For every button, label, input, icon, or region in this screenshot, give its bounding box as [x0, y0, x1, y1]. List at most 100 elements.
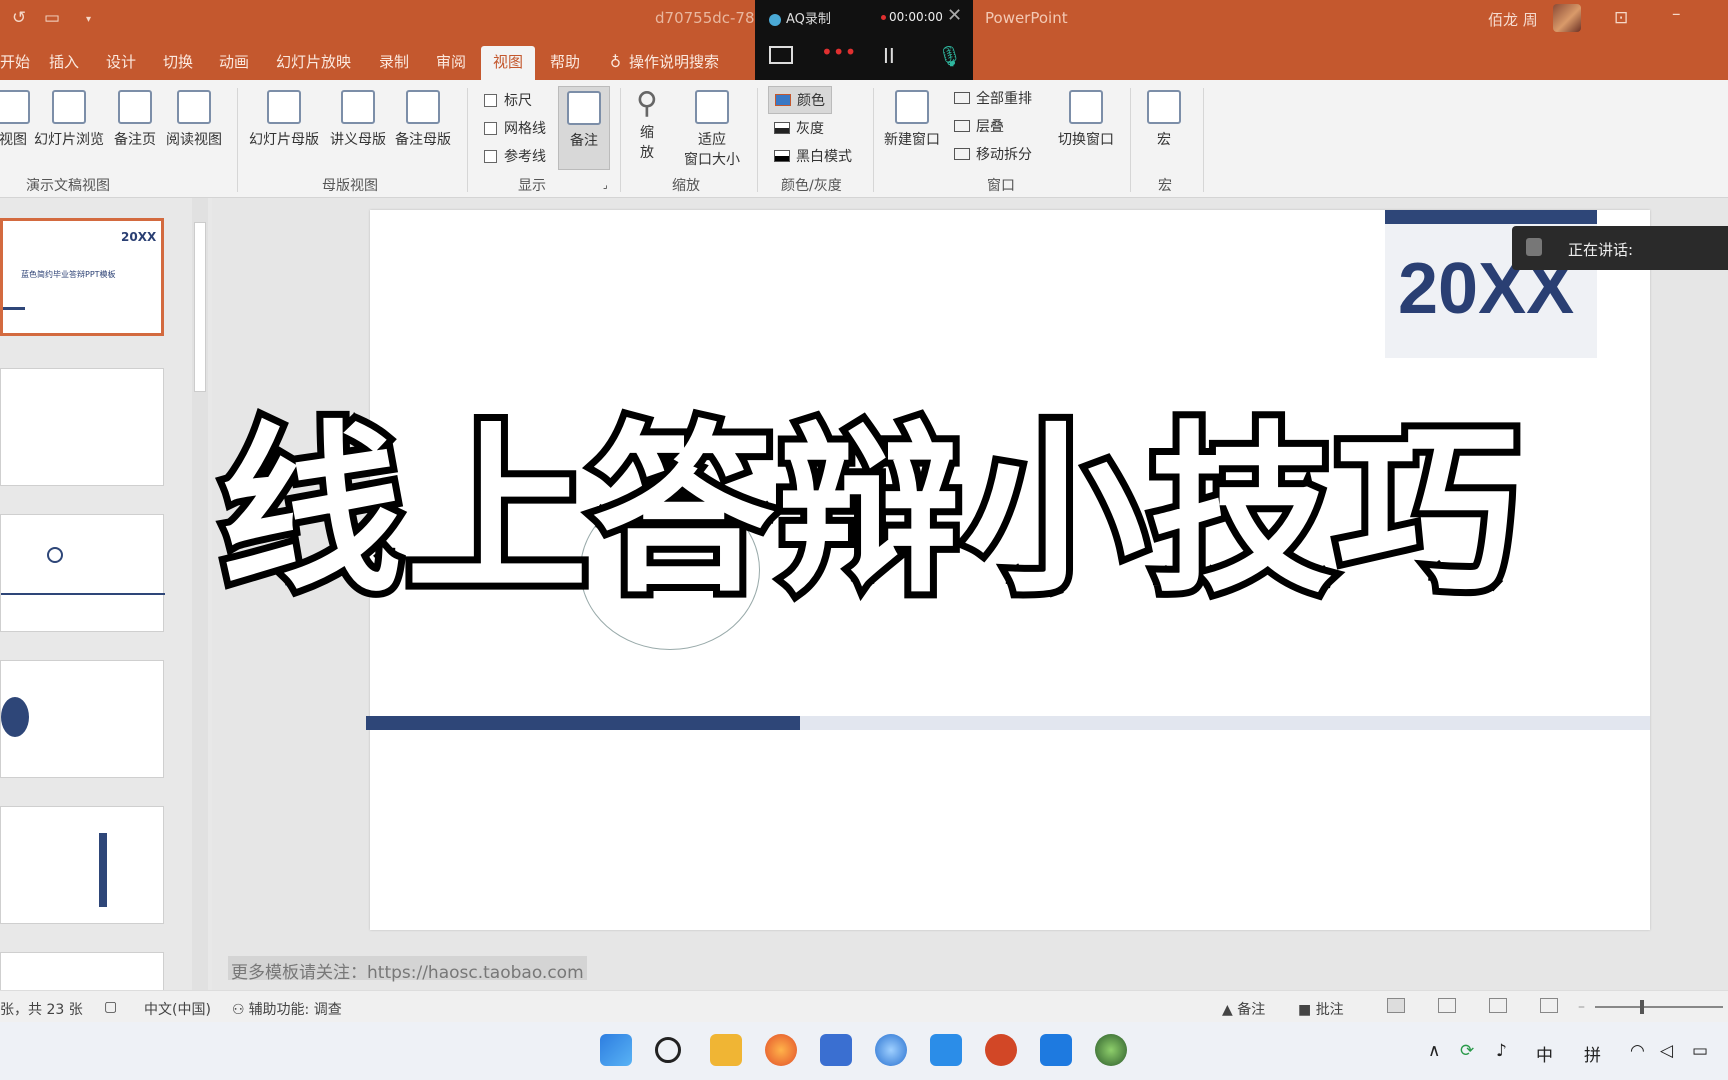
file-explorer-icon[interactable] — [710, 1034, 742, 1066]
more-icon[interactable]: ••• — [821, 40, 856, 64]
new-window-button[interactable]: 新建窗口 — [884, 90, 940, 149]
notes-button[interactable]: ▲ 备注 — [1222, 999, 1265, 1019]
normal-view-icon — [0, 90, 30, 124]
accessibility-status[interactable]: ⚇ 辅助功能: 调查 — [232, 999, 342, 1019]
notes-page-button[interactable]: 备注页 — [114, 90, 156, 149]
reading-view-button[interactable]: 阅读视图 — [166, 90, 222, 149]
calendar-icon[interactable] — [820, 1034, 852, 1066]
language-indicator[interactable]: 中文(中国) — [144, 999, 211, 1019]
macros-button[interactable]: 宏 — [1147, 90, 1181, 149]
user-avatar[interactable] — [1553, 4, 1581, 32]
start-icon[interactable] — [600, 1034, 632, 1066]
zoom-slider-thumb[interactable] — [1640, 1000, 1644, 1014]
wifi-icon[interactable]: ◠ — [1630, 1041, 1645, 1061]
tab-view[interactable]: 视图 — [481, 46, 536, 80]
grayscale-button[interactable]: 灰度 — [774, 118, 824, 138]
ruler-checkbox[interactable]: 标尺 — [484, 90, 532, 110]
guides-checkbox[interactable]: 参考线 — [484, 146, 546, 166]
zoom-out-icon[interactable]: – — [1578, 999, 1585, 1015]
tab-transitions[interactable]: 切换 — [163, 51, 193, 72]
ribbon-display-options-icon[interactable]: ⊡ — [1614, 8, 1628, 28]
powerpoint-icon[interactable] — [985, 1034, 1017, 1066]
battery-icon[interactable]: ▭ — [1692, 1041, 1708, 1061]
group-color: 颜色/灰度 — [781, 178, 842, 194]
tab-record[interactable]: 录制 — [379, 51, 409, 72]
tab-design[interactable]: 设计 — [106, 51, 136, 72]
slide-sorter-status-icon[interactable] — [1438, 998, 1456, 1013]
slide-progress-bar — [366, 716, 1650, 730]
present-icon[interactable]: ▭ — [44, 8, 60, 28]
slide-thumbnail-1[interactable]: 20XX 蓝色简约毕业答辩PPT模板 — [0, 218, 164, 336]
tell-me-search[interactable]: ♁ 操作说明搜索 — [610, 51, 719, 72]
slideshow-status-icon[interactable] — [1540, 998, 1558, 1013]
volume-icon[interactable]: ◁ — [1660, 1041, 1673, 1061]
ribbon-separator — [1130, 88, 1131, 192]
show-dialog-launcher-icon[interactable]: ⌟ — [603, 180, 608, 191]
zoom-slider[interactable] — [1595, 1000, 1723, 1014]
tab-slideshow[interactable]: 幻灯片放映 — [276, 51, 351, 72]
mic-icon[interactable]: 🎙 — [937, 44, 962, 68]
comments-button[interactable]: ■ 批注 — [1298, 999, 1344, 1019]
recorder-app-icon[interactable] — [1095, 1034, 1127, 1066]
handout-master-button[interactable]: 讲义母版 — [330, 90, 386, 149]
search-icon[interactable] — [655, 1037, 681, 1063]
lightbulb-icon: ♁ — [610, 53, 621, 71]
autosave-icon[interactable]: ↺ — [12, 8, 26, 28]
customize-quick-access-icon[interactable]: ▾ — [86, 14, 91, 25]
recorder-timer: 00:00:00 — [881, 10, 943, 24]
powerpoint-window: ↺ ▭ ▾ d70755dc-78 PowerPoint 佰龙 周 ⊡ – AQ… — [0, 0, 1728, 1080]
tab-home[interactable]: 开始 — [0, 51, 30, 72]
ime-mode[interactable]: 中 — [1536, 1041, 1553, 1066]
scroll-thumb[interactable] — [194, 222, 206, 392]
switch-windows-button[interactable]: 切换窗口 — [1058, 90, 1114, 149]
thumbnail-scrollbar[interactable] — [192, 198, 208, 992]
notes-toggle-button[interactable]: 备注 — [558, 86, 610, 170]
slide-thumbnail-3[interactable] — [0, 514, 165, 632]
normal-view-button[interactable]: 视图 — [0, 90, 30, 149]
microphone-icon[interactable]: ♪ — [1496, 1041, 1507, 1061]
video-caption-overlay: 线上答辩小技巧 — [213, 405, 1525, 617]
black-white-button[interactable]: 黑白模式 — [774, 146, 852, 166]
user-name[interactable]: 佰龙 周 — [1488, 9, 1538, 30]
fit-window-icon — [695, 90, 729, 124]
notes-status-icon: ▲ — [1222, 1002, 1238, 1018]
arrange-all-button[interactable]: 全部重排 — [954, 88, 1032, 108]
feishu-icon[interactable] — [930, 1034, 962, 1066]
group-window: 窗口 — [987, 178, 1015, 194]
minimize-icon[interactable]: – — [1672, 4, 1681, 24]
chevron-up-icon[interactable]: ∧ — [1428, 1041, 1440, 1061]
slide-thumbnail-6[interactable] — [0, 952, 164, 992]
browser-icon[interactable] — [875, 1034, 907, 1066]
zoom-button[interactable]: ⚲ 缩放 — [636, 86, 658, 162]
tab-insert[interactable]: 插入 — [49, 51, 79, 72]
magnifier-icon: ⚲ — [636, 86, 658, 121]
reading-view-status-icon[interactable] — [1489, 998, 1507, 1013]
slide-thumbnail-4[interactable] — [0, 660, 164, 778]
fit-to-window-button[interactable]: 适应 窗口大小 — [684, 90, 740, 169]
spellcheck-icon[interactable]: ▢ — [104, 999, 117, 1015]
tab-review[interactable]: 审阅 — [436, 51, 466, 72]
normal-view-status-icon[interactable] — [1387, 998, 1405, 1013]
screen-icon[interactable] — [769, 46, 793, 64]
meeting-icon[interactable] — [1040, 1034, 1072, 1066]
slide-thumbnail-5[interactable] — [0, 806, 164, 924]
pause-icon[interactable]: II — [883, 44, 895, 68]
slide-sorter-button[interactable]: 幻灯片浏览 — [34, 90, 104, 149]
color-button[interactable]: 颜色 — [768, 86, 832, 114]
slide-count: 张，共 23 张 — [0, 1002, 83, 1018]
notes-master-button[interactable]: 备注母版 — [395, 90, 451, 149]
tab-animations[interactable]: 动画 — [219, 51, 249, 72]
group-show: 显示 — [518, 178, 546, 194]
sync-icon[interactable]: ⟳ — [1460, 1041, 1474, 1061]
status-bar: 张，共 23 张 ▢ 中文(中国) ⚇ 辅助功能: 调查 ▲ 备注 ■ 批注 – — [0, 990, 1728, 1022]
gridlines-checkbox[interactable]: 网格线 — [484, 118, 546, 138]
tab-help[interactable]: 帮助 — [550, 51, 580, 72]
slide-thumbnail-2[interactable] — [0, 368, 164, 486]
notes-pane-text[interactable]: 更多模板请关注：https://haosc.taobao.com — [228, 956, 587, 983]
ime-name[interactable]: 拼 — [1584, 1041, 1601, 1066]
close-icon[interactable]: ✕ — [947, 5, 962, 26]
move-split-button[interactable]: 移动拆分 — [954, 144, 1032, 164]
slide-master-button[interactable]: 幻灯片母版 — [249, 90, 319, 149]
firefox-icon[interactable] — [765, 1034, 797, 1066]
cascade-button[interactable]: 层叠 — [954, 116, 1004, 136]
